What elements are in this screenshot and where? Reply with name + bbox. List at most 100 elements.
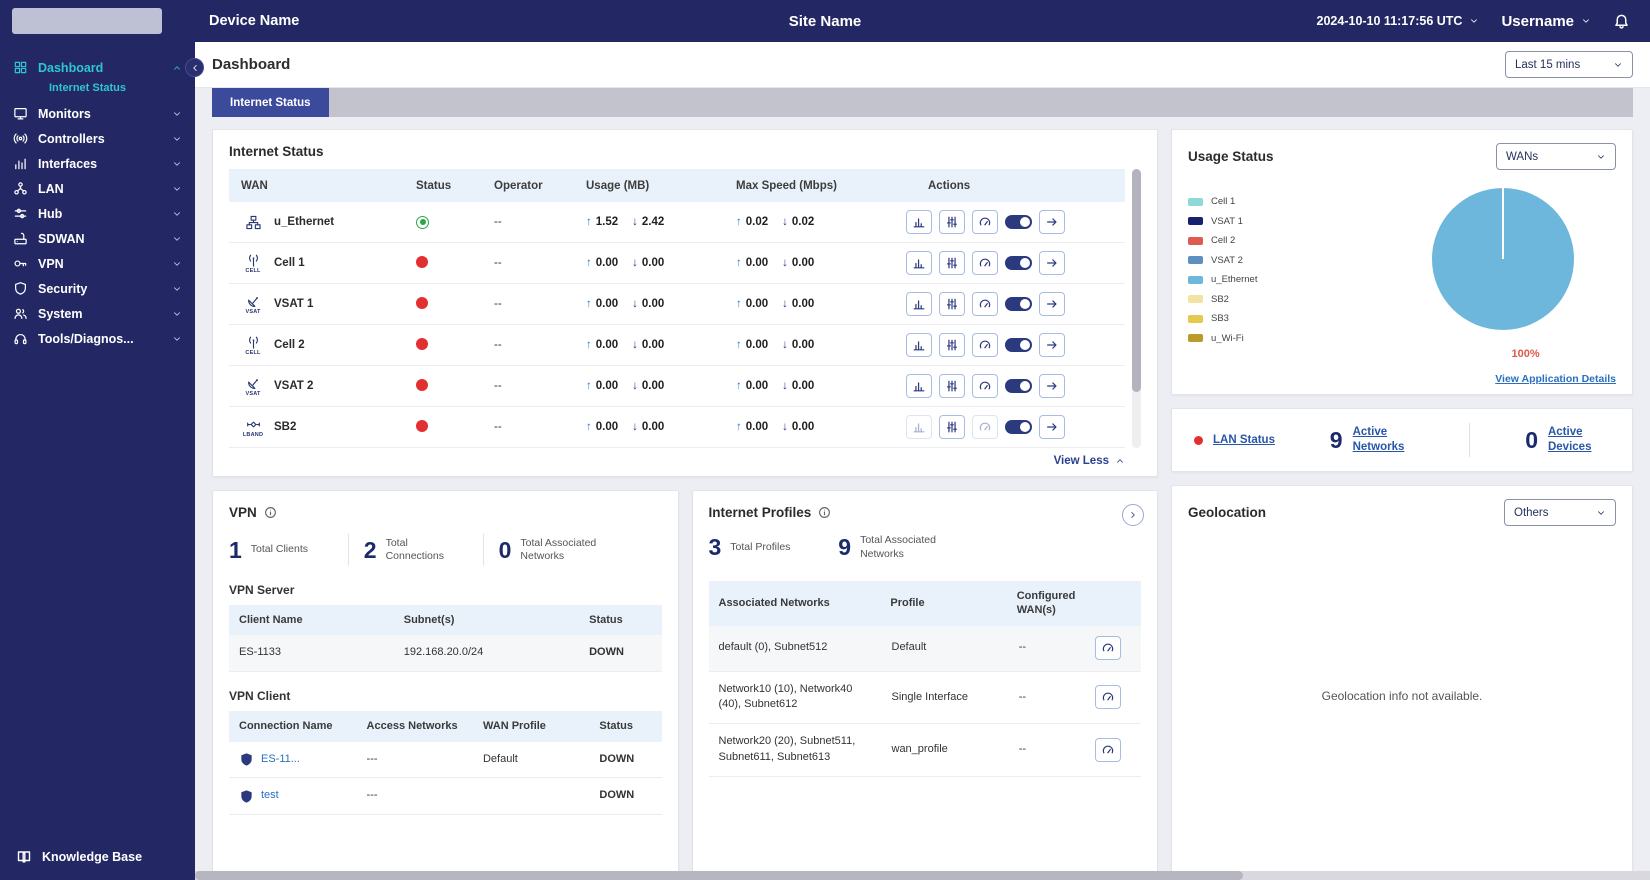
sidebar-item-vpn[interactable]: VPN [0, 251, 195, 276]
sidebar-item-system[interactable]: System [0, 301, 195, 326]
access-networks: --- [366, 789, 378, 802]
vpn-server-title: VPN Server [229, 583, 295, 597]
datetime-dropdown[interactable]: 2024-10-10 11:17:56 UTC [1317, 14, 1480, 28]
wan-speedtest-button[interactable] [972, 251, 998, 275]
vpn-client-name-link[interactable]: ES-1133 [229, 635, 394, 671]
associated-networks: Network10 (10), Network40 (40), Subnet61… [718, 682, 853, 711]
wan-enable-toggle[interactable] [1005, 215, 1032, 229]
wan-details-button[interactable] [1039, 292, 1065, 316]
wan-chart-button[interactable] [906, 333, 932, 357]
wan-speedtest-button[interactable] [972, 333, 998, 357]
view-application-details-link[interactable]: View Application Details [1495, 373, 1616, 385]
wan-chart-button[interactable] [906, 292, 932, 316]
wan-speedtest-button[interactable] [972, 374, 998, 398]
scrollbar-thumb[interactable] [1132, 169, 1141, 393]
legend-item: SB3 [1188, 313, 1257, 324]
wan-details-button[interactable] [1039, 251, 1065, 275]
wan-enable-toggle[interactable] [1005, 338, 1032, 352]
knowledge-base-link[interactable]: Knowledge Base [0, 834, 195, 880]
active-networks-link[interactable]: Active Networks [1353, 425, 1415, 455]
upload-icon: ↑ [736, 298, 742, 310]
wan-config-button[interactable] [939, 210, 965, 234]
column-header-actions: Actions [928, 179, 971, 192]
horizontal-scrollbar[interactable] [195, 871, 1650, 880]
wan-details-button[interactable] [1039, 210, 1065, 234]
usage-filter-dropdown[interactable]: WANs [1496, 143, 1616, 170]
geolocation-filter-dropdown[interactable]: Others [1504, 499, 1616, 526]
sidebar-collapse-button[interactable] [185, 58, 204, 77]
wan-speedtest-button[interactable] [972, 292, 998, 316]
wan-speedtest-button[interactable] [972, 415, 998, 439]
chevron-down-icon [172, 309, 182, 319]
download-icon: ↓ [782, 216, 788, 228]
wan-config-button[interactable] [939, 251, 965, 275]
sidebar-item-label: Dashboard [38, 60, 104, 75]
security-shield-icon [13, 281, 28, 296]
actions-cell [894, 333, 1125, 357]
wan-details-button[interactable] [1039, 374, 1065, 398]
sidebar-item-monitors[interactable]: Monitors [0, 101, 195, 126]
table-scrollbar[interactable] [1132, 169, 1141, 448]
wan-name: u_Ethernet [274, 216, 335, 228]
sidebar-item-sdwan[interactable]: SDWAN [0, 226, 195, 251]
sidebar-item-controllers[interactable]: Controllers [0, 126, 195, 151]
legend-swatch [1188, 236, 1203, 245]
active-devices-link[interactable]: Active Devices [1548, 425, 1610, 455]
wan-enable-toggle[interactable] [1005, 379, 1032, 393]
datetime-value: 2024-10-10 11:17:56 UTC [1316, 14, 1463, 28]
sidebar-item-label: System [38, 306, 83, 321]
vpn-total-connections: 2 Total Connections [363, 536, 444, 563]
speedometer-icon [1101, 743, 1115, 757]
wan-enable-toggle[interactable] [1005, 256, 1032, 270]
wan-details-button[interactable] [1039, 415, 1065, 439]
wan-chart-button[interactable] [906, 415, 932, 439]
notifications-bell-icon[interactable] [1613, 13, 1630, 30]
operator-value: -- [494, 339, 502, 351]
lan-status-link[interactable]: LAN Status [1213, 433, 1275, 448]
vpn-connection-link[interactable]: ES-11... [261, 752, 300, 768]
speedometer-icon [978, 338, 992, 352]
profiles-next-button[interactable] [1122, 504, 1144, 526]
app-logo[interactable] [0, 8, 195, 34]
time-range-dropdown[interactable]: Last 15 mins [1505, 51, 1633, 78]
wan-chart-button[interactable] [906, 251, 932, 275]
scrollbar-thumb[interactable] [195, 871, 1243, 880]
wan-enable-toggle[interactable] [1005, 297, 1032, 311]
wan-row: LBAND SB2 -- ↑ 0.00 ↓ 0.00 ↑ 0.00 ↓ 0.00 [229, 407, 1125, 448]
sidebar-item-dashboard[interactable]: Dashboard [0, 55, 195, 80]
profile-speedtest-button[interactable] [1095, 737, 1122, 762]
wan-details-button[interactable] [1039, 333, 1065, 357]
sidebar-item-interfaces[interactable]: Interfaces [0, 151, 195, 176]
info-icon[interactable] [818, 506, 831, 519]
wan-enable-toggle[interactable] [1005, 420, 1032, 434]
sidebar-item-hub[interactable]: Hub [0, 201, 195, 226]
user-menu[interactable]: Username [1501, 13, 1591, 30]
sidebar-item-security[interactable]: Security [0, 276, 195, 301]
sidebar-item-lan[interactable]: LAN [0, 176, 195, 201]
view-less-link[interactable]: View Less [229, 455, 1141, 467]
wan-config-button[interactable] [939, 415, 965, 439]
wan-config-button[interactable] [939, 374, 965, 398]
info-icon[interactable] [264, 506, 277, 519]
profile-link[interactable]: Single Interface [882, 680, 1009, 716]
wan-chart-button[interactable] [906, 210, 932, 234]
sidebar-item-tools-diagnostics[interactable]: Tools/Diagnos... [0, 326, 195, 351]
usage-status-title: Usage Status [1188, 149, 1274, 164]
tab-label: Internet Status [230, 96, 311, 109]
status-down-indicator [416, 337, 428, 350]
actions-cell [894, 374, 1125, 398]
time-range-value: Last 15 mins [1515, 58, 1581, 71]
vpn-connection-link[interactable]: test [261, 788, 279, 804]
tab-internet-status[interactable]: Internet Status [212, 88, 329, 117]
profile-link[interactable]: Default [882, 630, 1009, 666]
wan-speedtest-button[interactable] [972, 210, 998, 234]
usage-cell: ↑ 0.00 ↓ 0.00 [586, 257, 665, 269]
wan-config-button[interactable] [939, 333, 965, 357]
sidebar-item-internet-status[interactable]: Internet Status [0, 80, 195, 101]
profile-speedtest-button[interactable] [1095, 635, 1122, 660]
wan-config-button[interactable] [939, 292, 965, 316]
profile-speedtest-button[interactable] [1095, 685, 1122, 709]
wan-chart-button[interactable] [906, 374, 932, 398]
upload-icon: ↑ [586, 339, 592, 351]
profile-link[interactable]: wan_profile [882, 732, 1009, 768]
